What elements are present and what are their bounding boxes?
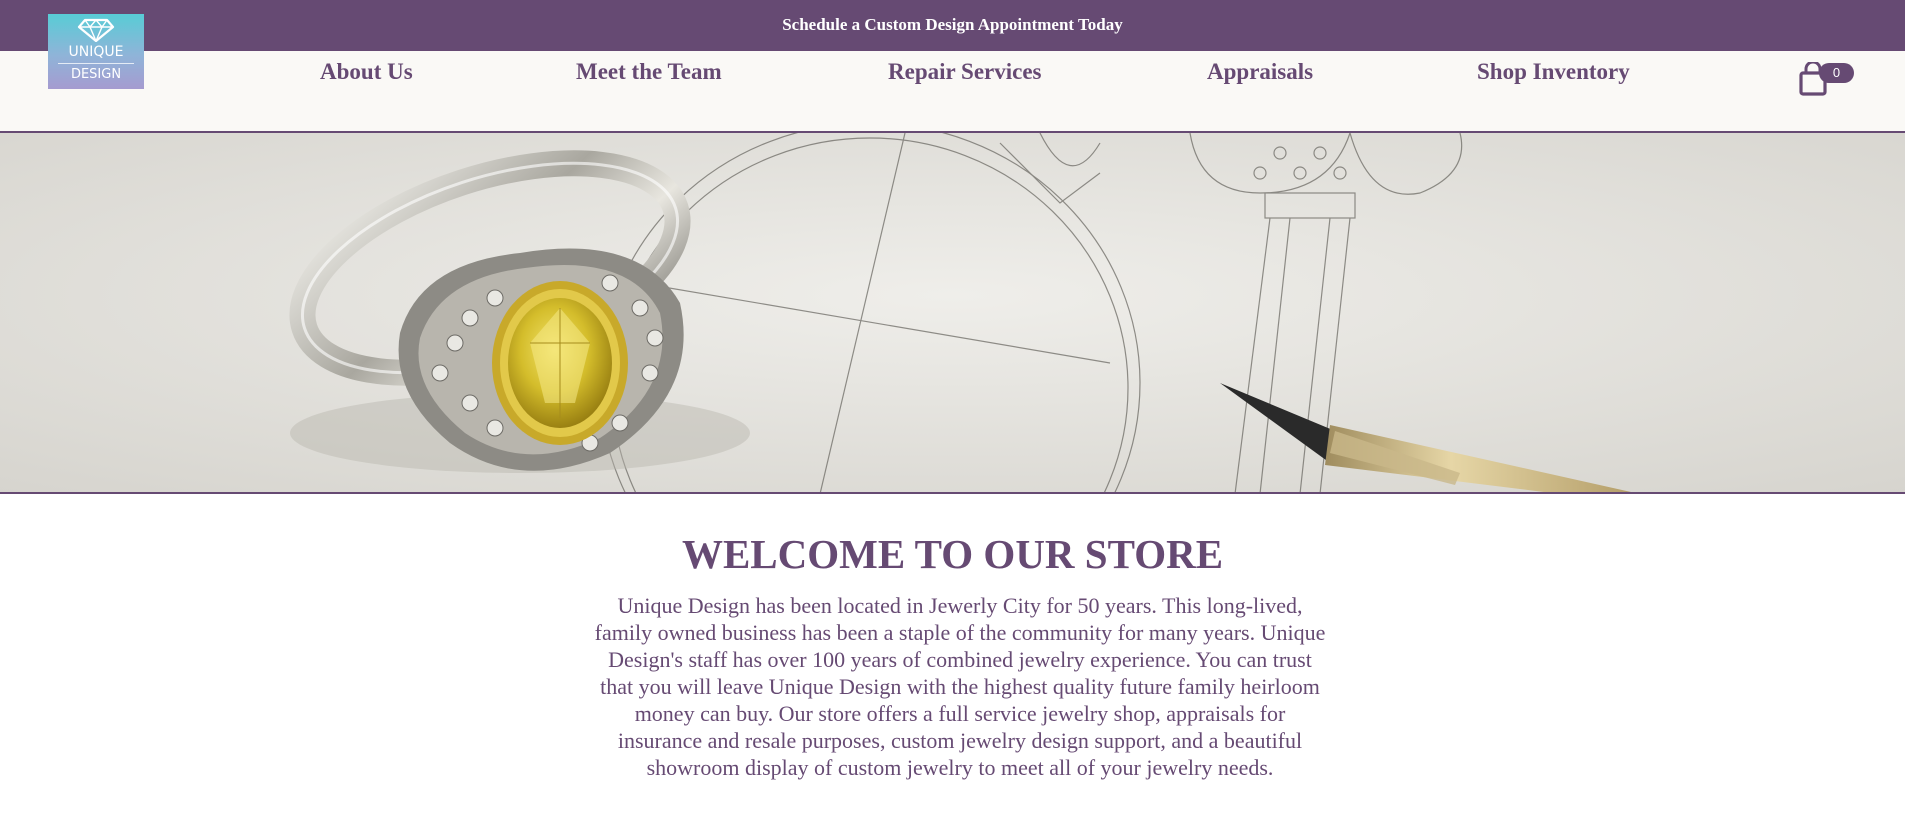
logo-text-top: UNIQUE [68, 44, 124, 60]
welcome-heading: WELCOME TO OUR STORE [681, 531, 1224, 577]
site-logo[interactable]: UNIQUE DESIGN [48, 14, 144, 89]
logo-text-bottom: DESIGN [70, 67, 122, 82]
schedule-appointment-link[interactable]: Schedule a Custom Design Appointment Tod… [0, 0, 1905, 51]
ring-and-sketch-photo [0, 133, 1905, 492]
nav-repair-services[interactable]: Repair Services [888, 59, 1042, 85]
welcome-paragraph: Unique Design has been located in Jewerl… [594, 593, 1326, 780]
hero-image [0, 133, 1905, 494]
cart-count-badge: 0 [1819, 63, 1854, 83]
nav-appraisals[interactable]: Appraisals [1207, 59, 1313, 85]
nav-shop-inventory[interactable]: Shop Inventory [1477, 59, 1630, 85]
nav-about-us[interactable]: About Us [320, 59, 413, 85]
logo-divider [58, 63, 134, 64]
diamond-icon [77, 18, 115, 42]
nav-meet-the-team[interactable]: Meet the Team [576, 59, 722, 85]
cart-button[interactable]: 0 [1798, 62, 1858, 96]
announcement-bar: Schedule a Custom Design Appointment Tod… [0, 0, 1905, 51]
